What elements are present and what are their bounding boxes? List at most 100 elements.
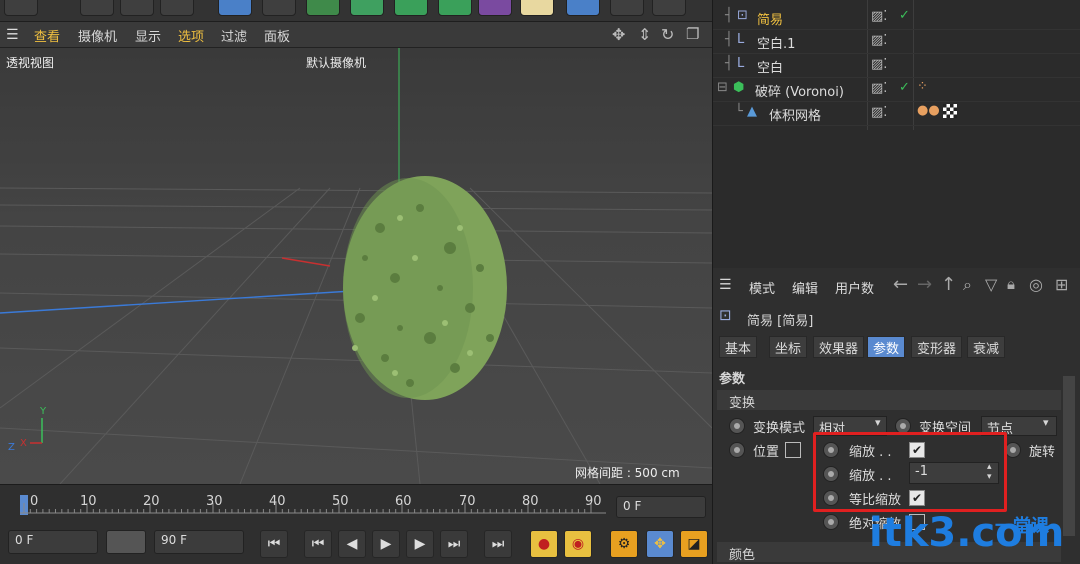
nurbs-icon[interactable] bbox=[306, 0, 340, 16]
back-arrow-icon[interactable]: ← bbox=[893, 274, 908, 295]
record-icon[interactable]: ● bbox=[530, 530, 558, 558]
svg-text:Z: Z bbox=[8, 442, 15, 453]
animate-toggle[interactable] bbox=[823, 514, 839, 530]
tick-label: 20 bbox=[143, 494, 160, 509]
autokey-icon[interactable]: ◉ bbox=[564, 530, 592, 558]
current-frame-field[interactable]: 0 F bbox=[616, 496, 706, 518]
move-view-icon[interactable]: ✥ bbox=[612, 25, 625, 44]
forward-arrow-icon[interactable]: → bbox=[917, 274, 932, 295]
tab-coordinates[interactable]: 坐标 bbox=[769, 336, 808, 358]
light-icon[interactable] bbox=[652, 0, 686, 16]
lock-icon[interactable]: 🔒︎ bbox=[1007, 275, 1015, 293]
material-tag-icon[interactable]: ●● bbox=[917, 103, 940, 118]
tab-deformer[interactable]: 变形器 bbox=[911, 336, 963, 358]
animate-toggle[interactable] bbox=[1005, 442, 1021, 458]
object-row-voronoi[interactable]: ⊟ ⬢ 破碎 (Voronoi) ▨⁚ ✓ ⁘ bbox=[713, 78, 1080, 102]
hamburger-icon[interactable]: ☰ bbox=[719, 277, 732, 293]
viewport-scene: Y X Z bbox=[0, 48, 712, 484]
zoom-view-icon[interactable]: ⇕ bbox=[638, 25, 651, 44]
transform-group-label: 变换 bbox=[729, 396, 756, 411]
collapse-icon[interactable]: ⊟ bbox=[717, 80, 728, 95]
position-label: 位置 bbox=[753, 445, 780, 460]
menu-camera[interactable]: 摄像机 bbox=[78, 26, 117, 45]
spline-icon[interactable] bbox=[262, 0, 296, 16]
play-icon[interactable]: ▶ bbox=[372, 530, 400, 558]
perspective-viewport[interactable]: Y X Z 透视视图 默认摄像机 网格间距 : 500 cm bbox=[0, 48, 712, 484]
deformer-icon[interactable] bbox=[478, 0, 512, 16]
menu-display[interactable]: 显示 bbox=[135, 26, 161, 45]
range-slider[interactable] bbox=[106, 530, 146, 554]
mograph-tag-icon[interactable]: ⁘ bbox=[917, 79, 928, 94]
timeline-ticks bbox=[20, 495, 606, 515]
visibility-icon[interactable]: ▨⁚ bbox=[871, 9, 887, 24]
goto-start-icon[interactable]: ⏮ bbox=[260, 530, 288, 558]
chevron-down-icon: ▾ bbox=[1043, 416, 1049, 429]
menu-view[interactable]: 查看 bbox=[34, 26, 60, 45]
filter-icon[interactable]: ▽ bbox=[985, 275, 997, 294]
undo-icon[interactable] bbox=[4, 0, 38, 16]
position-checkbox[interactable] bbox=[785, 442, 801, 458]
menu-panel[interactable]: 面板 bbox=[264, 26, 290, 45]
camera-icon[interactable] bbox=[610, 0, 644, 16]
animate-toggle[interactable] bbox=[729, 442, 745, 458]
animate-toggle[interactable] bbox=[729, 418, 745, 434]
prev-key-icon[interactable]: ⏮ bbox=[304, 530, 332, 558]
render-settings-icon[interactable] bbox=[160, 0, 194, 16]
tick-label: 10 bbox=[80, 494, 97, 509]
prev-frame-icon[interactable]: ◀ bbox=[338, 530, 366, 558]
object-row-null1[interactable]: ┤ L 空白.1 ▨⁚ bbox=[713, 30, 1080, 54]
transform-group-header[interactable]: 变换 bbox=[717, 390, 1061, 411]
target-icon[interactable]: ◎ bbox=[1029, 275, 1043, 294]
tab-basic[interactable]: 基本 bbox=[719, 336, 758, 358]
rotate-view-icon[interactable]: ↻ bbox=[661, 25, 674, 44]
visibility-icon[interactable]: ▨⁚ bbox=[871, 57, 887, 72]
toggle-view-icon[interactable]: ❐ bbox=[686, 25, 699, 43]
cube-icon[interactable] bbox=[218, 0, 252, 16]
transform-mode-label: 变换模式 bbox=[753, 421, 806, 436]
tick-label: 50 bbox=[332, 494, 349, 509]
hamburger-icon[interactable]: ☰ bbox=[6, 27, 19, 43]
object-row-volume-mesh[interactable]: └ ▲ 体积网格 ▨⁚ ●● bbox=[713, 102, 1080, 126]
field-icon[interactable] bbox=[520, 0, 554, 16]
object-manager: ┤ ⊡ 简易 ▨⁚ ✓ ┤ L 空白.1 ▨⁚ ┤ L 空白 ▨⁚ ⊟ ⬢ 破碎… bbox=[712, 0, 1080, 268]
tab-parameters[interactable]: 参数 bbox=[867, 336, 906, 358]
mograph-icon[interactable] bbox=[394, 0, 428, 16]
next-key-icon[interactable]: ⏭ bbox=[440, 530, 468, 558]
timeline-ruler[interactable]: 0 10 20 30 40 50 60 70 80 90 0 F bbox=[0, 484, 712, 524]
keyframe-selection-icon[interactable]: ⚙ bbox=[610, 530, 638, 558]
tab-effector[interactable]: 效果器 bbox=[813, 336, 865, 358]
object-name: 空白.1 bbox=[757, 37, 796, 52]
attr-menu-edit[interactable]: 编辑 bbox=[792, 278, 818, 297]
visibility-icon[interactable]: ▨⁚ bbox=[871, 33, 887, 48]
visibility-icon[interactable]: ▨⁚ bbox=[871, 81, 887, 96]
rotation-label: 旋转 bbox=[1029, 445, 1056, 460]
start-frame-field[interactable]: 0 F bbox=[8, 530, 98, 554]
floor-icon[interactable] bbox=[566, 0, 600, 16]
visibility-icon[interactable]: ▨⁚ bbox=[871, 105, 887, 120]
view-label: 透视视图 bbox=[6, 56, 55, 70]
goto-end-icon[interactable]: ⏭ bbox=[484, 530, 512, 558]
render-view-icon[interactable] bbox=[120, 0, 154, 16]
scale-key-icon[interactable]: ◪ bbox=[680, 530, 708, 558]
next-frame-icon[interactable]: ▶ bbox=[406, 530, 434, 558]
texture-tag-icon[interactable] bbox=[943, 104, 957, 118]
menu-options[interactable]: 选项 bbox=[178, 26, 204, 45]
array-icon[interactable] bbox=[350, 0, 384, 16]
object-row-simple[interactable]: ┤ ⊡ 简易 ▨⁚ ✓ bbox=[713, 6, 1080, 30]
tick-label: 80 bbox=[522, 494, 539, 509]
enabled-check-icon[interactable]: ✓ bbox=[899, 8, 910, 23]
end-frame-field[interactable]: 90 F bbox=[154, 530, 244, 554]
scrollbar[interactable] bbox=[1063, 376, 1075, 536]
search-icon[interactable]: ⌕ bbox=[963, 275, 972, 295]
object-row-null[interactable]: ┤ L 空白 ▨⁚ bbox=[713, 54, 1080, 78]
attr-menu-mode[interactable]: 模式 bbox=[749, 278, 775, 297]
menu-filter[interactable]: 过滤 bbox=[221, 26, 247, 45]
render-region-icon[interactable] bbox=[80, 0, 114, 16]
new-window-icon[interactable]: ⊞ bbox=[1055, 275, 1068, 294]
move-key-icon[interactable]: ✥ bbox=[646, 530, 674, 558]
tab-falloff[interactable]: 衰减 bbox=[967, 336, 1006, 358]
up-arrow-icon[interactable]: ↑ bbox=[941, 274, 956, 295]
enabled-check-icon[interactable]: ✓ bbox=[899, 80, 910, 95]
cloner-icon[interactable] bbox=[438, 0, 472, 16]
attr-menu-user-data[interactable]: 用户数 bbox=[835, 278, 874, 297]
